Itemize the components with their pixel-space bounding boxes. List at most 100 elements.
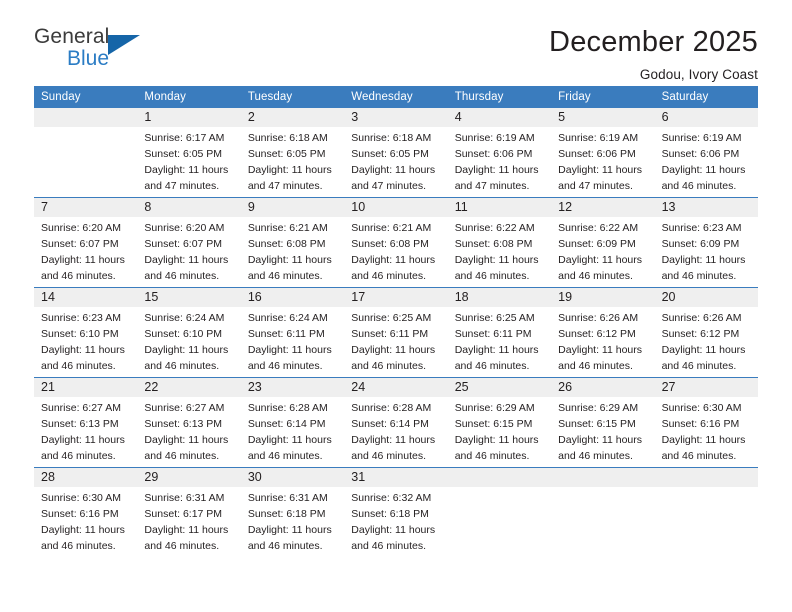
calendar-day-cell[interactable]: 9 Sunrise: 6:21 AM Sunset: 6:08 PM Daylight… [240, 198, 345, 287]
sunset-text: Sunset: 6:13 PM [144, 418, 223, 431]
day-number: 26 [551, 378, 655, 398]
day-info: Sunrise: 6:28 AM Sunset: 6:14 PM Daylight:… [241, 397, 344, 465]
calendar-day-cell[interactable]: 17 Sunrise: 6:25 AM Sunset: 6:11 PM Dayligh… [344, 288, 448, 377]
daylight-text-line2: and 47 minutes. [144, 179, 220, 192]
day-number [654, 468, 758, 487]
calendar-day-cell[interactable]: 1 Sunrise: 6:17 AM Sunset: 6:05 PM Daylight… [137, 108, 241, 197]
calendar-day-cell[interactable]: 31 Sunrise: 6:32 AM Sunset: 6:18 PM Dayligh… [344, 468, 448, 557]
sunrise-text: Sunrise: 6:32 AM [351, 492, 432, 505]
daylight-text-line2: and 46 minutes. [41, 359, 116, 372]
calendar-day-cell[interactable]: 16 Sunrise: 6:24 AM Sunset: 6:11 PM Dayligh… [240, 288, 345, 377]
calendar-day-cell[interactable]: 10 Sunrise: 6:21 AM Sunset: 6:08 PM Dayligh… [344, 198, 448, 287]
daylight-text-line1: Daylight: 11 hours [661, 164, 746, 177]
daylight-text-line2: and 46 minutes. [454, 269, 530, 282]
day-number: 27 [654, 378, 758, 398]
sunset-text: Sunset: 6:05 PM [351, 148, 429, 161]
calendar-page: General Blue December 2025 Godou, Ivory … [0, 0, 792, 612]
calendar-week-row: 1 Sunrise: 6:17 AM Sunset: 6:05 PM Daylight… [34, 108, 758, 197]
daylight-text-line2: and 46 minutes. [351, 539, 426, 552]
calendar-day-cell[interactable]: 29 Sunrise: 6:31 AM Sunset: 6:17 PM Dayligh… [137, 468, 241, 557]
day-number [447, 468, 552, 487]
calendar-day-cell[interactable]: 5 Sunrise: 6:19 AM Sunset: 6:06 PM Daylight… [551, 108, 655, 197]
calendar-day-cell[interactable]: 14 Sunrise: 6:23 AM Sunset: 6:10 PM Dayligh… [34, 288, 138, 377]
sunrise-text: Sunrise: 6:28 AM [351, 402, 432, 415]
day-info: Sunrise: 6:24 AM Sunset: 6:10 PM Daylight:… [137, 307, 240, 375]
sunset-text: Sunset: 6:10 PM [144, 328, 223, 341]
day-number: 1 [137, 108, 241, 128]
calendar-day-cell[interactable]: 4 Sunrise: 6:19 AM Sunset: 6:06 PM Daylight… [447, 108, 552, 197]
sunrise-text: Sunrise: 6:29 AM [454, 402, 535, 415]
calendar-day-cell-empty [34, 108, 138, 197]
daylight-text-line2: and 46 minutes. [247, 539, 323, 552]
day-number: 3 [344, 108, 448, 128]
generalblue-logo[interactable]: General Blue [34, 26, 164, 74]
daylight-text-line2: and 46 minutes. [144, 539, 220, 552]
calendar-day-cell[interactable]: 20 Sunrise: 6:26 AM Sunset: 6:12 PM Dayligh… [654, 288, 758, 377]
sunrise-text: Sunrise: 6:26 AM [661, 312, 742, 325]
calendar-day-cell[interactable]: 3 Sunrise: 6:18 AM Sunset: 6:05 PM Daylight… [344, 108, 448, 197]
day-number: 18 [447, 288, 552, 308]
sunrise-text: Sunrise: 6:17 AM [144, 132, 225, 145]
calendar-day-cell[interactable]: 19 Sunrise: 6:26 AM Sunset: 6:12 PM Dayligh… [551, 288, 655, 377]
day-info: Sunrise: 6:29 AM Sunset: 6:15 PM Daylight:… [448, 397, 551, 465]
logo-text-general: General [34, 25, 110, 48]
daylight-text-line2: and 46 minutes. [41, 449, 116, 462]
calendar-day-cell[interactable]: 15 Sunrise: 6:24 AM Sunset: 6:10 PM Dayligh… [137, 288, 241, 377]
calendar-day-cell[interactable]: 12 Sunrise: 6:22 AM Sunset: 6:09 PM Dayligh… [551, 198, 655, 287]
day-info: Sunrise: 6:21 AM Sunset: 6:08 PM Daylight:… [241, 217, 344, 285]
day-number: 6 [654, 108, 758, 128]
day-info: Sunrise: 6:25 AM Sunset: 6:11 PM Daylight:… [344, 307, 447, 375]
daylight-text-line1: Daylight: 11 hours [247, 524, 332, 537]
sunset-text: Sunset: 6:05 PM [144, 148, 223, 161]
calendar-day-cell[interactable]: 27 Sunrise: 6:30 AM Sunset: 6:16 PM Dayligh… [654, 378, 758, 467]
sunset-text: Sunset: 6:08 PM [247, 238, 326, 251]
calendar-day-cell[interactable]: 30 Sunrise: 6:31 AM Sunset: 6:18 PM Dayligh… [240, 468, 345, 557]
daylight-text-line1: Daylight: 11 hours [351, 254, 436, 267]
calendar-day-cell[interactable]: 26 Sunrise: 6:29 AM Sunset: 6:15 PM Dayligh… [551, 378, 655, 467]
logo-triangle-icon [108, 35, 140, 55]
daylight-text-line1: Daylight: 11 hours [558, 164, 642, 177]
calendar-week-row: 14 Sunrise: 6:23 AM Sunset: 6:10 PM Dayligh… [34, 287, 758, 377]
day-number: 31 [344, 468, 448, 488]
sunrise-text: Sunrise: 6:18 AM [247, 132, 328, 145]
day-info: Sunrise: 6:18 AM Sunset: 6:05 PM Daylight:… [241, 127, 344, 195]
sunset-text: Sunset: 6:14 PM [247, 418, 326, 431]
sunrise-text: Sunrise: 6:25 AM [351, 312, 432, 325]
weekday-header-row: Sunday Monday Tuesday Wednesday Thursday… [34, 86, 758, 108]
sunset-text: Sunset: 6:16 PM [661, 418, 740, 431]
calendar-week-row: 21 Sunrise: 6:27 AM Sunset: 6:13 PM Dayligh… [34, 377, 758, 467]
day-info: Sunrise: 6:19 AM Sunset: 6:06 PM Daylight:… [448, 127, 551, 195]
calendar-week-row: 28 Sunrise: 6:30 AM Sunset: 6:16 PM Dayligh… [34, 467, 758, 557]
day-info: Sunrise: 6:17 AM Sunset: 6:05 PM Daylight:… [137, 127, 240, 195]
sunset-text: Sunset: 6:12 PM [661, 328, 740, 341]
calendar-day-cell[interactable]: 8 Sunrise: 6:20 AM Sunset: 6:07 PM Daylight… [137, 198, 241, 287]
sunset-text: Sunset: 6:13 PM [41, 418, 119, 431]
sunrise-text: Sunrise: 6:19 AM [558, 132, 639, 145]
sunrise-text: Sunrise: 6:20 AM [144, 222, 225, 235]
day-number: 20 [654, 288, 758, 308]
calendar-day-cell[interactable]: 28 Sunrise: 6:30 AM Sunset: 6:16 PM Dayligh… [34, 468, 138, 557]
daylight-text-line2: and 47 minutes. [558, 179, 633, 192]
daylight-text-line2: and 46 minutes. [351, 269, 426, 282]
calendar-day-cell[interactable]: 25 Sunrise: 6:29 AM Sunset: 6:15 PM Dayligh… [447, 378, 552, 467]
sunrise-text: Sunrise: 6:30 AM [661, 402, 742, 415]
day-info: Sunrise: 6:28 AM Sunset: 6:14 PM Daylight:… [344, 397, 447, 465]
day-info: Sunrise: 6:30 AM Sunset: 6:16 PM Daylight:… [655, 397, 758, 465]
calendar-day-cell[interactable]: 18 Sunrise: 6:25 AM Sunset: 6:11 PM Dayligh… [447, 288, 552, 377]
calendar-day-cell[interactable]: 13 Sunrise: 6:23 AM Sunset: 6:09 PM Dayligh… [654, 198, 758, 287]
calendar-day-cell[interactable]: 21 Sunrise: 6:27 AM Sunset: 6:13 PM Dayligh… [34, 378, 138, 467]
calendar-day-cell[interactable]: 24 Sunrise: 6:28 AM Sunset: 6:14 PM Dayligh… [344, 378, 448, 467]
day-info: Sunrise: 6:27 AM Sunset: 6:13 PM Daylight:… [137, 397, 240, 465]
calendar-day-cell[interactable]: 2 Sunrise: 6:18 AM Sunset: 6:05 PM Daylight… [240, 108, 345, 197]
calendar-day-cell[interactable]: 23 Sunrise: 6:28 AM Sunset: 6:14 PM Dayligh… [240, 378, 345, 467]
daylight-text-line2: and 46 minutes. [41, 269, 116, 282]
calendar-day-cell[interactable]: 11 Sunrise: 6:22 AM Sunset: 6:08 PM Dayligh… [447, 198, 552, 287]
day-number: 11 [447, 198, 552, 218]
day-number: 4 [447, 108, 552, 128]
weekday-monday: Monday [144, 91, 186, 103]
daylight-text-line2: and 46 minutes. [351, 449, 426, 462]
calendar-day-cell[interactable]: 22 Sunrise: 6:27 AM Sunset: 6:13 PM Dayligh… [137, 378, 241, 467]
calendar-day-cell[interactable]: 7 Sunrise: 6:20 AM Sunset: 6:07 PM Daylight… [34, 198, 138, 287]
daylight-text-line2: and 46 minutes. [661, 269, 737, 282]
calendar-day-cell[interactable]: 6 Sunrise: 6:19 AM Sunset: 6:06 PM Daylight… [654, 108, 758, 197]
